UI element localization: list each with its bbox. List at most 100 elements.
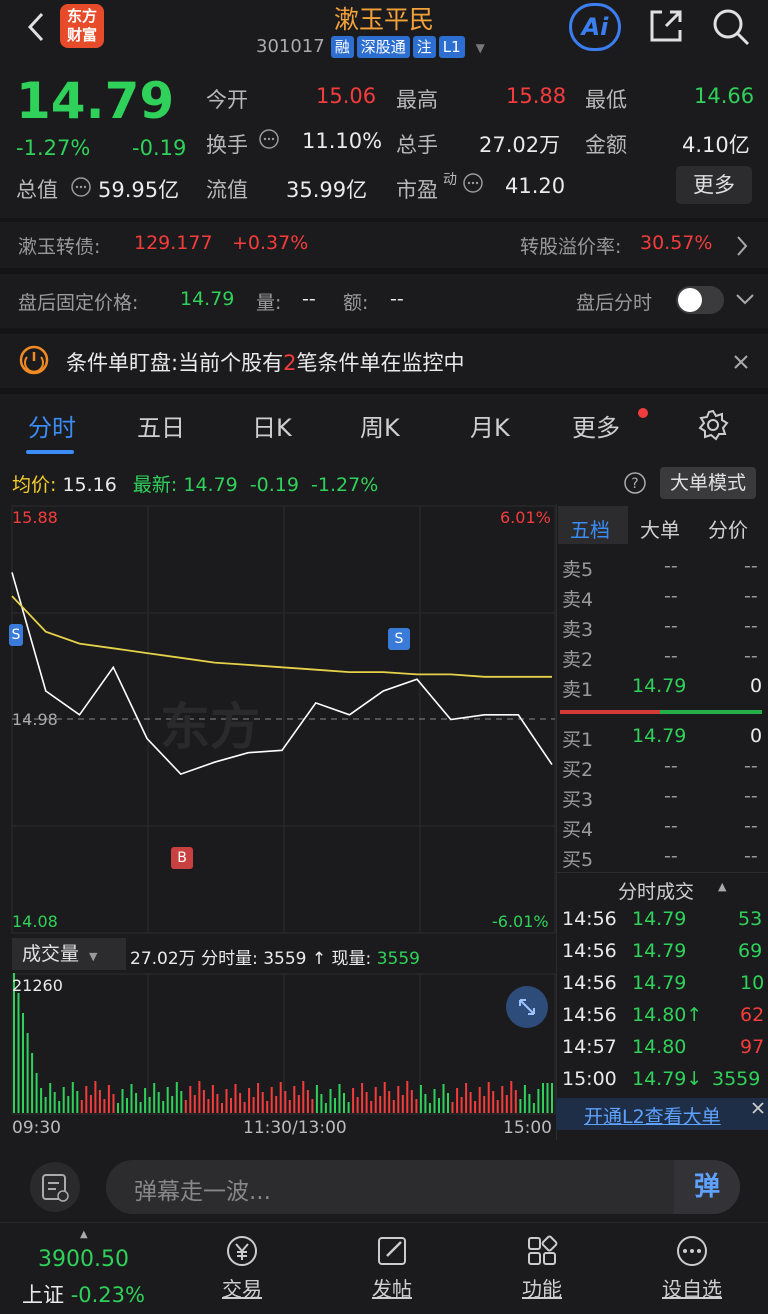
trade-volume: 53 bbox=[738, 908, 763, 930]
help-icon[interactable]: ? bbox=[622, 470, 648, 496]
volume-indicator-select[interactable]: 成交量 ▼ bbox=[12, 938, 126, 970]
volume-chart[interactable] bbox=[0, 972, 556, 1116]
tab-price-dist[interactable]: 分价 bbox=[708, 514, 748, 543]
tab-level5[interactable]: 五档 bbox=[570, 514, 610, 543]
chevron-right-icon[interactable] bbox=[734, 234, 750, 258]
mktcap-label: 总值 bbox=[16, 178, 58, 202]
info-icon[interactable] bbox=[70, 176, 92, 198]
trade-price: 14.80 bbox=[632, 1036, 687, 1058]
notification-dot bbox=[638, 408, 648, 418]
danmaku-settings-button[interactable] bbox=[30, 1162, 80, 1212]
info-icon[interactable] bbox=[462, 172, 484, 194]
tab-5day[interactable]: 五日 bbox=[137, 408, 185, 443]
volume-bar bbox=[35, 1073, 38, 1113]
tab-timeshare[interactable]: 分时 bbox=[28, 408, 76, 443]
trade-price: 14.79 bbox=[632, 972, 687, 994]
pe-superscript: 动 bbox=[443, 172, 457, 188]
index-info[interactable]: 上证 -0.23% bbox=[22, 1279, 145, 1309]
tab-big-order[interactable]: 大单 bbox=[640, 514, 680, 543]
timeshare-chart-area: 均价: 15.16 最新: 14.79 -0.19 -1.27% ? 大单模式 … bbox=[0, 460, 768, 1140]
tab-more[interactable]: 更多 bbox=[572, 408, 620, 443]
close-icon[interactable] bbox=[732, 353, 750, 371]
condition-order-alert[interactable]: 条件单盯盘:当前个股有2笔条件单在监控中 bbox=[0, 334, 768, 388]
volume-bar bbox=[71, 1082, 74, 1113]
nav-label: 设自选 bbox=[662, 1277, 722, 1301]
buy-marker[interactable]: B bbox=[171, 847, 193, 869]
nav-watchlist[interactable]: 设自选 bbox=[642, 1233, 742, 1302]
bid-row: 买1 14.79 0 bbox=[560, 722, 768, 752]
big-order-mode-button[interactable]: 大单模式 bbox=[660, 467, 756, 499]
ask-row: 卖4 -- -- bbox=[560, 582, 768, 612]
volume-bar bbox=[103, 1099, 106, 1113]
tab-monthly-k[interactable]: 月K bbox=[470, 408, 510, 443]
danmaku-input[interactable]: 弹幕走一波... 弹 bbox=[106, 1160, 740, 1214]
nav-trade[interactable]: 交易 bbox=[192, 1233, 292, 1302]
ah-timeshare-toggle[interactable] bbox=[676, 286, 724, 314]
bid-row: 买5 -- -- bbox=[560, 842, 768, 872]
volume-bar bbox=[261, 1092, 264, 1113]
latest-pct: -1.27% bbox=[311, 474, 379, 496]
volume-bar bbox=[469, 1092, 472, 1113]
tab-daily-k[interactable]: 日K bbox=[252, 408, 292, 443]
ah-volume-label: 量: bbox=[256, 292, 282, 314]
volume-bar bbox=[221, 1103, 223, 1113]
nav-post[interactable]: 发帖 bbox=[342, 1233, 442, 1302]
volume-bar bbox=[419, 1085, 422, 1113]
tab-weekly-k[interactable]: 周K bbox=[360, 408, 400, 443]
volume-bar bbox=[148, 1097, 151, 1113]
sort-icon[interactable]: ▲ bbox=[718, 880, 726, 893]
bid-label: 买1 bbox=[562, 729, 594, 751]
sell-marker[interactable]: S bbox=[9, 624, 23, 646]
volume-bar bbox=[270, 1087, 273, 1113]
volume-bar bbox=[361, 1083, 364, 1113]
sell-marker[interactable]: S bbox=[388, 628, 410, 650]
volume-period-label: 分时量: bbox=[201, 949, 258, 969]
current-volume-label: 现量: bbox=[331, 949, 372, 969]
trades-title[interactable]: 分时成交 bbox=[618, 877, 694, 904]
search-icon[interactable] bbox=[710, 6, 752, 48]
ah-volume: -- bbox=[302, 288, 316, 310]
danmaku-send-button[interactable]: 弹 bbox=[674, 1160, 740, 1214]
volume-bar bbox=[546, 1083, 549, 1113]
caret-up-icon: ▲ bbox=[80, 1229, 88, 1240]
more-button[interactable]: 更多 bbox=[676, 166, 752, 204]
ai-button[interactable]: Ai bbox=[569, 3, 621, 51]
trade-time: 14:56 bbox=[562, 972, 617, 994]
amount-label: 金额 bbox=[585, 133, 627, 157]
settings-gear-icon[interactable] bbox=[696, 408, 730, 442]
volume-bar bbox=[225, 1089, 228, 1113]
volume-bar bbox=[505, 1095, 508, 1113]
trade-row: 14:57 14.80 97 bbox=[560, 1032, 768, 1064]
volume-bar bbox=[474, 1101, 477, 1113]
chart-info-row: 均价: 15.16 最新: 14.79 -0.19 -1.27% bbox=[12, 470, 378, 497]
l2-link[interactable]: 开通L2查看大单 bbox=[584, 1102, 721, 1129]
close-icon[interactable] bbox=[750, 1100, 766, 1116]
fullscreen-button[interactable] bbox=[506, 986, 548, 1028]
nav-function[interactable]: 功能 bbox=[492, 1233, 592, 1302]
ask-price: 14.79 bbox=[632, 675, 687, 697]
pe-label: 市盈 bbox=[396, 178, 438, 202]
volume-bar bbox=[171, 1096, 174, 1113]
share-icon[interactable] bbox=[646, 6, 686, 46]
volume-bar bbox=[198, 1081, 201, 1113]
index-value[interactable]: 3900.50 bbox=[38, 1247, 129, 1272]
trade-price: 14.79 bbox=[632, 940, 687, 962]
l2-banner[interactable]: 开通L2查看大单 bbox=[556, 1098, 768, 1130]
volume-bar bbox=[410, 1090, 413, 1113]
trade-time: 14:56 bbox=[562, 908, 617, 930]
price-chart[interactable]: 东方 bbox=[0, 504, 556, 936]
latest-label: 最新: bbox=[132, 474, 178, 496]
alert-text-after: 笔条件单在监控中 bbox=[296, 351, 465, 375]
tag-margin: 融 bbox=[330, 36, 354, 58]
bid-row: 买2 -- -- bbox=[560, 752, 768, 782]
volume-bar bbox=[433, 1089, 436, 1113]
convertible-bond-row[interactable]: 漱玉转债: 129.177 +0.37% 转股溢价率: 30.57% bbox=[0, 222, 768, 268]
volume-bar bbox=[234, 1084, 237, 1113]
bid-volume: -- bbox=[744, 785, 758, 807]
info-icon[interactable] bbox=[258, 128, 280, 150]
chevron-down-icon[interactable]: ▼ bbox=[476, 41, 485, 55]
chevron-down-icon[interactable] bbox=[734, 290, 756, 308]
alert-text: 条件单盯盘:当前个股有2笔条件单在监控中 bbox=[66, 347, 464, 377]
volume-bar bbox=[98, 1090, 101, 1113]
volume-bar bbox=[343, 1093, 345, 1113]
